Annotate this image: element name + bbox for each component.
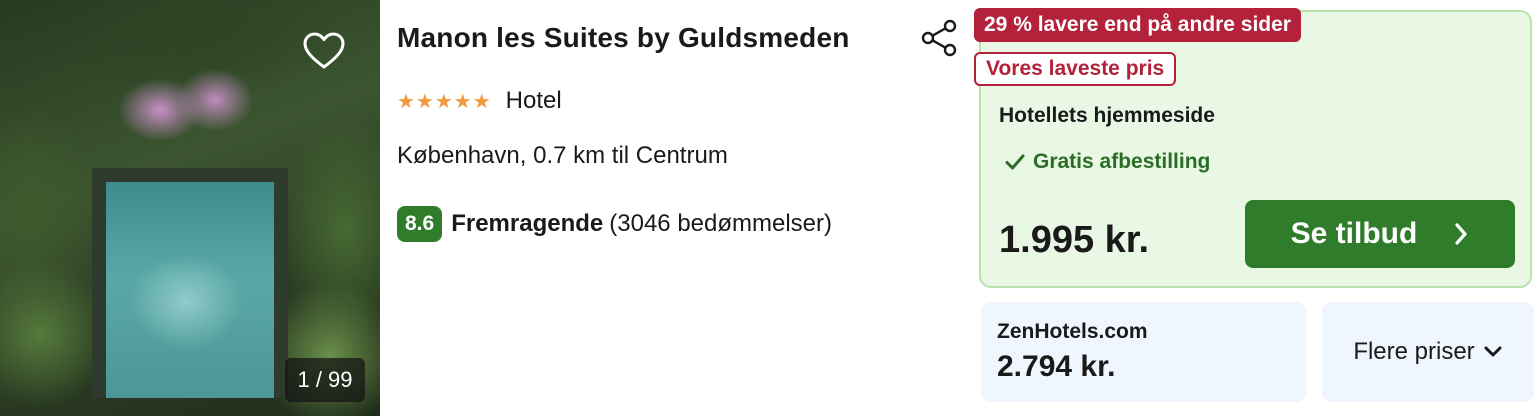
deal-provider: Hotellets hjemmeside [999, 104, 1215, 127]
view-deal-button[interactable]: Se tilbud [1245, 200, 1515, 268]
rating-badge: 8.6 [397, 206, 443, 242]
free-cancellation: Gratis afbestilling [1005, 150, 1210, 174]
more-prices-label: Flere priser [1353, 338, 1475, 365]
view-deal-label: Se tilbud [1290, 217, 1418, 250]
alt-offer-provider: ZenHotels.com [997, 320, 1148, 343]
hotel-location[interactable]: København, 0.7 km til Centrum [397, 142, 728, 170]
share-icon [918, 19, 962, 64]
photo-pool [92, 168, 288, 398]
cancellation-label: Gratis afbestilling [1033, 150, 1211, 173]
alt-offer-price: 2.794 kr. [997, 350, 1116, 383]
rating-label: Fremragende [451, 210, 604, 237]
hotel-class: ★★★★★ Hotel [397, 84, 562, 118]
check-icon [1005, 153, 1025, 171]
more-prices-button[interactable]: Flere priser [1322, 302, 1534, 402]
deal-price: 1.995 kr. [999, 219, 1150, 261]
guest-rating[interactable]: 8.6 Fremragende (3046 bedømmelser) [397, 204, 917, 244]
lowest-price-badge: Vores laveste pris [974, 52, 1177, 86]
share-button[interactable] [918, 16, 962, 60]
star-rating-icons: ★★★★★ [397, 90, 492, 113]
heart-icon [302, 31, 346, 76]
alt-offer-card[interactable]: ZenHotels.com 2.794 kr. [981, 302, 1306, 402]
hotel-photo[interactable]: 1 / 99 [0, 0, 380, 416]
photo-counter: 1 / 99 [285, 358, 365, 402]
chevron-right-icon [1453, 222, 1469, 246]
favorite-button[interactable] [296, 28, 352, 78]
review-count: (3046 bedømmelser) [609, 210, 833, 237]
hotel-name[interactable]: Manon les Suites by Guldsmeden [397, 18, 907, 58]
discount-badge: 29 % lavere end på andre sider [974, 8, 1301, 42]
photo-foliage [0, 250, 100, 416]
chevron-down-icon [1483, 345, 1503, 359]
hotel-type: Hotel [505, 87, 562, 114]
